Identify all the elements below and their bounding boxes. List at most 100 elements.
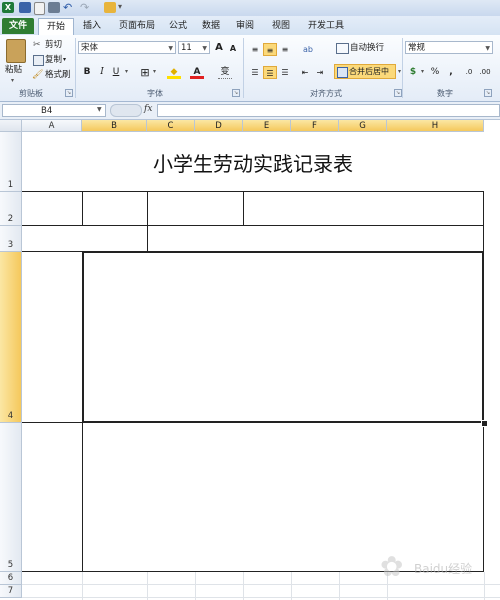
font-size-select[interactable]: 11 ▼ [178, 41, 210, 54]
name-box[interactable]: B4 ▼ [2, 104, 106, 117]
row-header-7[interactable]: 7 [0, 585, 22, 598]
currency-dropdown-icon[interactable]: ▾ [421, 68, 424, 75]
selected-cell-b4[interactable] [82, 251, 484, 423]
font-launcher-icon[interactable]: ↘ [232, 89, 240, 97]
print-icon[interactable] [48, 2, 60, 13]
merge-dropdown-icon[interactable]: ▾ [398, 68, 401, 75]
cell-a4[interactable] [22, 252, 82, 422]
cut-button[interactable]: 剪切 [45, 38, 62, 52]
decrease-decimal-icon[interactable]: .00 [478, 66, 492, 79]
currency-icon[interactable]: $ [406, 66, 420, 79]
cell-a5[interactable] [22, 423, 82, 571]
tab-view[interactable]: 视图 [264, 18, 298, 34]
chevron-down-icon: ▼ [168, 45, 173, 52]
column-header-c[interactable]: C [147, 120, 195, 132]
column-header-b[interactable]: B [82, 120, 147, 132]
doc-icon[interactable] [34, 2, 45, 15]
fill-handle[interactable] [481, 420, 488, 427]
cell-c3[interactable] [148, 226, 483, 251]
row-header-6[interactable]: 6 [0, 572, 22, 585]
border-icon[interactable]: ⊞ [138, 66, 152, 79]
align-middle-icon[interactable]: ≡ [263, 43, 277, 56]
column-header-g[interactable]: G [339, 120, 387, 132]
row-header-2[interactable]: 2 [0, 192, 22, 226]
title-bar: X ↶ ↷ ▾ [0, 0, 500, 17]
row-header-3[interactable]: 3 [0, 226, 22, 252]
cell-b2[interactable] [83, 192, 147, 225]
tab-data[interactable]: 数据 [196, 18, 226, 34]
cell-a3[interactable] [22, 226, 147, 251]
column-header-f[interactable]: F [291, 120, 339, 132]
save-icon[interactable] [19, 2, 31, 13]
phonetic-icon[interactable]: 变 [218, 66, 232, 79]
column-header-a[interactable]: A [22, 120, 82, 132]
shrink-font-icon[interactable]: A [226, 42, 240, 55]
grow-font-icon[interactable]: A [212, 41, 226, 54]
undo-icon[interactable]: ↶ [63, 2, 75, 13]
number-format-value: 常规 [408, 43, 426, 53]
paste-button[interactable]: 粘贴 [5, 63, 22, 77]
format-painter-button[interactable]: 格式刷 [45, 68, 71, 82]
tab-home[interactable]: 开始 [38, 18, 74, 36]
row-number: 3 [7, 240, 14, 250]
gridline [243, 572, 244, 600]
font-name-select[interactable]: 宋体 ▼ [78, 41, 176, 54]
row-header-4[interactable]: 4 [0, 252, 22, 423]
fill-color-icon[interactable]: ◆ [167, 66, 181, 79]
formula-bar-splitter[interactable] [110, 104, 142, 117]
merge-icon [337, 67, 348, 78]
align-bottom-icon[interactable]: ≡ [278, 43, 292, 56]
orientation-icon[interactable]: ab [301, 43, 315, 56]
decrease-indent-icon[interactable]: ⇤ [298, 66, 312, 79]
copy-button[interactable]: 复制 [45, 53, 62, 67]
underline-dropdown-icon[interactable]: ▾ [125, 68, 128, 75]
align-top-icon[interactable]: ≡ [248, 43, 262, 56]
row-header-1[interactable]: 1 [0, 132, 22, 192]
select-all-corner[interactable] [0, 120, 22, 132]
cell-e2[interactable] [244, 192, 483, 225]
border-dropdown-icon[interactable]: ▾ [153, 68, 156, 75]
tab-review[interactable]: 审阅 [230, 18, 260, 34]
increase-decimal-icon[interactable]: .0 [462, 66, 476, 79]
column-header-h[interactable]: H [387, 120, 484, 132]
column-header-e[interactable]: E [243, 120, 291, 132]
paste-icon[interactable] [6, 39, 26, 63]
paste-dropdown-icon[interactable]: ▾ [11, 77, 14, 84]
number-launcher-icon[interactable]: ↘ [484, 89, 492, 97]
copy-icon [33, 55, 44, 66]
wrap-text-button[interactable]: 自动换行 [350, 41, 384, 55]
alignment-launcher-icon[interactable]: ↘ [394, 89, 402, 97]
number-format-select[interactable]: 常规 ▼ [405, 41, 493, 54]
row-header-5[interactable]: 5 [0, 423, 22, 572]
cell-a2[interactable] [22, 192, 82, 225]
insert-function-icon[interactable]: fx [144, 104, 152, 114]
row-number: 1 [7, 180, 14, 190]
copy-dropdown-icon[interactable]: ▾ [63, 53, 66, 67]
align-left-icon[interactable]: ☰ [248, 66, 262, 79]
increase-indent-icon[interactable]: ⇥ [313, 66, 327, 79]
percent-icon[interactable]: % [428, 66, 442, 79]
italic-button[interactable]: I [95, 66, 109, 79]
tab-page-layout[interactable]: 页面布局 [112, 18, 162, 34]
clipboard-group-label: 剪贴板 [19, 89, 43, 98]
comma-icon[interactable]: , [444, 66, 458, 79]
cell-c2[interactable] [148, 192, 243, 225]
bold-button[interactable]: B [80, 66, 94, 79]
tab-file[interactable]: 文件 [2, 18, 34, 34]
redo-icon[interactable]: ↷ [80, 2, 92, 13]
qa-more-icon[interactable]: ▾ [118, 2, 122, 11]
column-header-d[interactable]: D [195, 120, 243, 132]
tab-insert[interactable]: 插入 [77, 18, 107, 34]
folder-icon[interactable] [104, 2, 116, 13]
align-right-icon[interactable]: ☰ [278, 66, 292, 79]
tab-formulas[interactable]: 公式 [164, 18, 192, 34]
name-box-dropdown-icon[interactable]: ▼ [97, 106, 102, 113]
align-center-icon[interactable]: ☰ [263, 66, 277, 79]
tab-developer[interactable]: 开发工具 [302, 18, 350, 34]
merge-center-button[interactable]: 合并后居中 [334, 64, 396, 79]
underline-button[interactable]: U [109, 66, 123, 79]
font-color-icon[interactable]: A [190, 66, 204, 79]
formula-input[interactable] [157, 104, 500, 117]
title-cell[interactable]: 小学生劳动实践记录表 [22, 132, 484, 192]
clipboard-launcher-icon[interactable]: ↘ [65, 89, 73, 97]
